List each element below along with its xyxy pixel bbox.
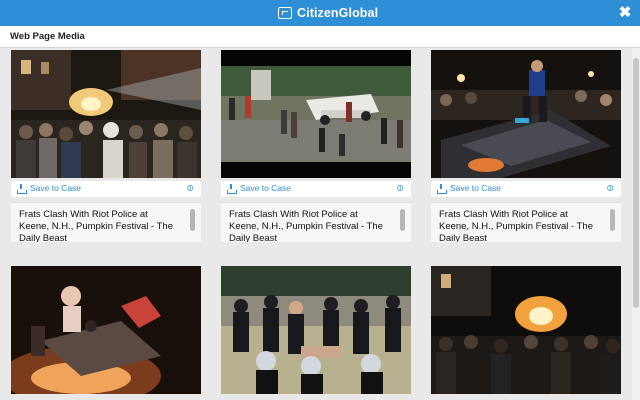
card-actions: Save to Case ⊘ [11,181,201,197]
overturned-car-photo[interactable] [221,50,411,178]
photo-image [431,50,621,178]
man-on-car-photo[interactable] [431,50,621,178]
crowd-bonfire-photo[interactable] [11,50,201,178]
title-scrollbar[interactable] [610,209,615,231]
app-header: CitizenGlobal ✖ [0,0,640,26]
photo-image [11,50,201,178]
title-scrollbar[interactable] [400,209,405,231]
link-icon[interactable]: ⊘ [393,181,407,195]
fire-stop-sign-photo[interactable] [11,266,201,394]
photo-image [221,266,411,394]
section-header: Web Page Media [0,26,640,48]
card-title: Frats Clash With Riot Police at Keene, N… [439,209,593,242]
download-icon[interactable] [437,184,447,194]
title-scrollbar[interactable] [190,209,195,231]
media-grid[interactable]: Save to Case ⊘ Frats Clash With Riot Pol… [0,48,632,400]
download-icon[interactable] [17,184,27,194]
close-icon[interactable]: ✖ [616,4,634,22]
photo-image [431,266,621,394]
link-icon[interactable]: ⊘ [183,181,197,195]
brand: CitizenGlobal [278,5,378,21]
card-title-box: Frats Clash With Riot Police at Keene, N… [11,202,201,242]
card-title-box: Frats Clash With Riot Police at Keene, N… [431,202,621,242]
scroll-thumb[interactable] [633,58,639,308]
brand-name: CitizenGlobal [297,6,379,20]
save-to-case-button[interactable]: Save to Case [30,183,81,193]
citizenglobal-logo-icon [278,7,292,19]
save-to-case-button[interactable]: Save to Case [450,183,501,193]
card-actions: Save to Case ⊘ [431,181,621,197]
photo-image [221,50,411,178]
night-bonfire-photo[interactable] [431,266,621,394]
save-to-case-button[interactable]: Save to Case [240,183,291,193]
card-title: Frats Clash With Riot Police at Keene, N… [229,209,383,242]
link-icon[interactable]: ⊘ [603,181,617,195]
photo-image [11,266,201,394]
card-title-box: Frats Clash With Riot Police at Keene, N… [221,202,411,242]
section-title: Web Page Media [10,31,85,42]
card-actions: Save to Case ⊘ [221,181,411,197]
page-scrollbar[interactable] [632,48,640,400]
card-title: Frats Clash With Riot Police at Keene, N… [19,209,173,242]
riot-police-arrest-photo[interactable] [221,266,411,394]
download-icon[interactable] [227,184,237,194]
